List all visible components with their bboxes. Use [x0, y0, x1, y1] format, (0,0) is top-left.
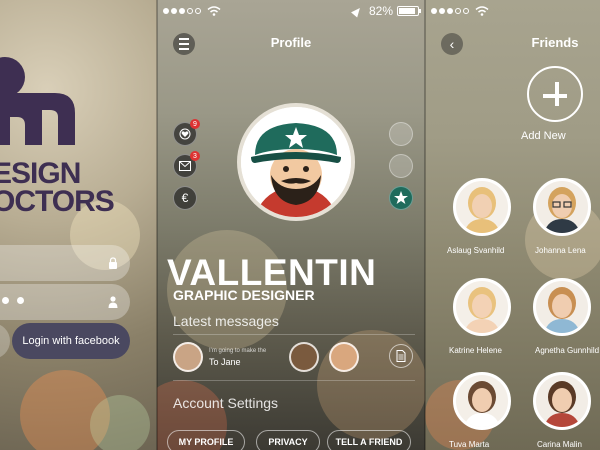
wifi-icon	[475, 6, 489, 16]
screen-divider	[156, 0, 158, 450]
euro-icon: €	[181, 191, 189, 205]
person-photo	[456, 181, 508, 233]
contact-avatar[interactable]	[329, 342, 359, 372]
location-icon	[351, 4, 363, 18]
wifi-icon	[207, 6, 221, 16]
profile-role: GRAPHIC DESIGNER	[173, 287, 315, 303]
background-bokeh	[90, 395, 150, 450]
battery-icon	[397, 6, 421, 16]
message-sender-avatar[interactable]	[173, 342, 203, 372]
status-right: 82%	[351, 0, 421, 22]
friend-name: Agnetha Gunnhild	[535, 346, 600, 355]
privacy-label: PRIVACY	[268, 437, 308, 447]
my-profile-button[interactable]: MY PROFILE	[167, 430, 245, 450]
cap-style-1-button[interactable]	[389, 122, 413, 146]
login-button[interactable]	[0, 323, 10, 359]
friend-name: Carina Malin	[537, 440, 582, 449]
person-photo	[536, 375, 588, 427]
wallet-button[interactable]: €	[173, 186, 197, 210]
message-recipient: To Jane	[209, 357, 241, 367]
friend-name: Johanna Lena	[535, 246, 586, 255]
profile-screen: 82% Profile 9 3 € VALLENTIN GRAPHIC DESI…	[157, 0, 425, 450]
lock-icon	[109, 257, 117, 269]
heart-icon	[179, 128, 191, 140]
logo-icon	[0, 57, 75, 145]
signal-strength	[163, 0, 221, 22]
account-settings-heading: Account Settings	[173, 395, 279, 411]
battery-percent: 82%	[368, 4, 393, 18]
facebook-login-button[interactable]: Login with facebook	[12, 323, 130, 359]
favorites-button[interactable]: 9	[173, 119, 200, 146]
notification-badge: 3	[190, 151, 200, 161]
facebook-login-label: Login with facebook	[22, 335, 120, 347]
contact-avatar[interactable]	[289, 342, 319, 372]
username-field[interactable]	[0, 245, 130, 281]
person-photo	[536, 181, 588, 233]
logo-line-1: ESIGN	[0, 157, 81, 190]
chevron-left-icon: ‹	[449, 36, 455, 52]
avatar-illustration	[241, 107, 351, 217]
logo-text: ESIGN OCTORS	[0, 157, 115, 218]
friend-avatar[interactable]	[453, 178, 511, 236]
friend-name: Tuva Marta	[449, 440, 490, 449]
friend-avatar[interactable]	[453, 278, 511, 336]
person-photo	[536, 281, 588, 333]
privacy-button[interactable]: PRIVACY	[256, 430, 320, 450]
latest-messages-heading: Latest messages	[173, 313, 279, 329]
my-profile-label: MY PROFILE	[178, 437, 234, 447]
divider	[173, 380, 415, 381]
message-preview: I'm going to make the	[209, 348, 267, 354]
mail-icon	[179, 161, 191, 171]
user-icon	[108, 296, 118, 308]
cap-style-3-button[interactable]	[389, 186, 413, 210]
notification-badge: 9	[190, 119, 200, 129]
add-friend-button[interactable]	[527, 66, 583, 122]
person-photo	[456, 281, 508, 333]
page-title: Friends	[531, 35, 579, 50]
friend-name: Aslaug Svanhild	[447, 246, 505, 255]
signal-strength	[431, 0, 489, 22]
person-photo	[456, 375, 508, 427]
star-icon	[394, 191, 408, 204]
friends-screen: ‹ Friends Add New Aslaug Svanhild Johann…	[425, 0, 600, 450]
back-button[interactable]: ‹	[441, 33, 463, 55]
divider	[173, 334, 415, 335]
tell-a-friend-label: TELL A FRIEND	[335, 437, 403, 447]
password-dots	[2, 297, 24, 304]
password-field[interactable]	[0, 284, 130, 320]
screen-divider	[424, 0, 426, 450]
login-screen: ESIGN OCTORS Login with facebook	[0, 0, 157, 450]
friend-avatar[interactable]	[533, 178, 591, 236]
tell-a-friend-button[interactable]: TELL A FRIEND	[327, 430, 411, 450]
messages-button[interactable]: 3	[173, 151, 200, 178]
document-icon	[396, 350, 406, 362]
cap-style-2-button[interactable]	[389, 154, 413, 178]
friend-avatar[interactable]	[533, 372, 591, 430]
compose-button[interactable]	[389, 344, 413, 368]
friend-avatar[interactable]	[453, 372, 511, 430]
friend-name: Katrine Helene	[449, 346, 502, 355]
page-title: Profile	[270, 35, 312, 50]
add-new-label: Add New	[521, 130, 566, 142]
profile-avatar[interactable]	[237, 103, 355, 221]
friend-avatar[interactable]	[533, 278, 591, 336]
logo-line-2: OCTORS	[0, 185, 115, 218]
